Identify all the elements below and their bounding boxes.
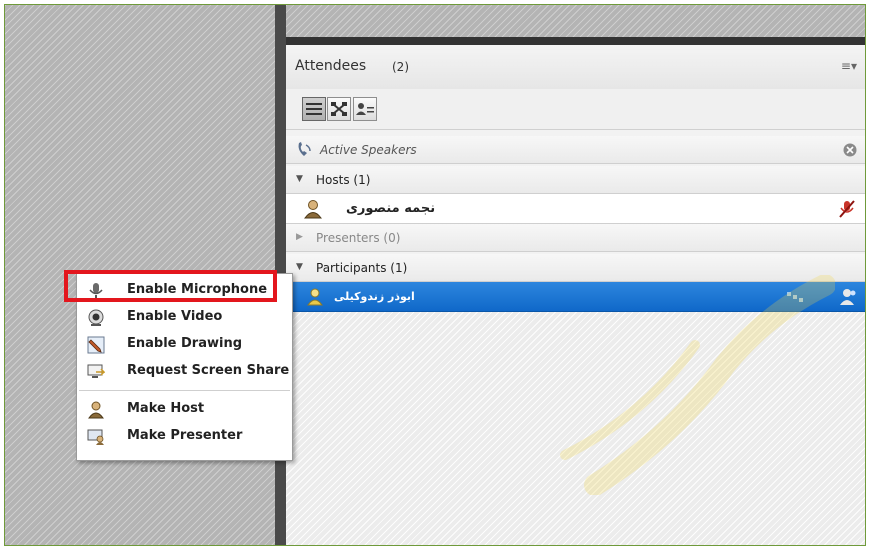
make-host-item[interactable]: Make Host <box>77 397 292 423</box>
make-presenter-label: Make Presenter <box>127 428 243 443</box>
attendee-list-empty-area <box>286 312 865 545</box>
pod-header: Attendees (2) ≡▾ <box>286 45 865 90</box>
grid-view-button[interactable] <box>327 97 351 121</box>
pod-gap <box>286 37 865 45</box>
top-pod-area <box>286 5 865 37</box>
make-host-label: Make Host <box>127 401 205 416</box>
participant-name: ابوذر زندوکیلی <box>334 290 415 303</box>
request-screen-share-label: Request Screen Share <box>127 363 290 378</box>
enable-video-label: Enable Video <box>127 309 223 324</box>
participants-label: Participants (1) <box>316 261 408 275</box>
attendee-view-icon <box>356 103 374 115</box>
participants-group-header[interactable]: ▼ Participants (1) <box>286 254 865 282</box>
collapsed-arrow-icon: ▶ <box>296 232 303 242</box>
pod-count: (2) <box>392 60 409 74</box>
attendee-view-button[interactable] <box>353 97 377 121</box>
enable-drawing-label: Enable Drawing <box>127 336 243 351</box>
muted-microphone-icon[interactable] <box>839 200 855 218</box>
active-speakers-bar: Active Speakers <box>286 136 865 164</box>
active-speakers-label: Active Speakers <box>320 143 417 157</box>
hosts-label: Hosts (1) <box>316 173 371 187</box>
host-name: نجمه منصوری <box>346 201 436 216</box>
role-icon[interactable] <box>839 288 857 306</box>
grid-view-icon <box>331 102 347 116</box>
view-toolbar <box>286 89 865 130</box>
expanded-arrow-icon: ▼ <box>296 174 303 184</box>
request-screen-share-item[interactable]: Request Screen Share <box>77 359 292 385</box>
webcam-icon <box>88 309 104 326</box>
participant-row[interactable]: ابوذر زندوکیلی <box>286 282 865 312</box>
status-dots-icon <box>787 292 803 302</box>
host-row[interactable]: نجمه منصوری <box>286 194 865 224</box>
app-frame: Attendees (2) ≡▾ Active Speakers ▼ Hosts… <box>4 4 866 546</box>
screen-share-icon <box>87 364 105 378</box>
expanded-arrow-icon: ▼ <box>296 262 303 272</box>
pencil-icon <box>87 336 105 354</box>
list-view-icon <box>306 103 322 115</box>
make-presenter-item[interactable]: Make Presenter <box>77 424 292 450</box>
presenters-label: Presenters (0) <box>316 231 401 245</box>
presenters-group-header[interactable]: ▶ Presenters (0) <box>286 224 865 252</box>
participant-avatar-icon <box>307 288 323 306</box>
presenter-icon <box>87 429 104 445</box>
pod-menu-icon[interactable]: ≡▾ <box>841 59 857 73</box>
host-icon <box>88 401 104 419</box>
highlight-annotation <box>64 270 277 302</box>
enable-video-item[interactable]: Enable Video <box>77 305 292 331</box>
list-view-button[interactable] <box>302 97 326 121</box>
host-avatar-icon <box>304 200 322 219</box>
attendees-pod: Attendees (2) ≡▾ Active Speakers ▼ Hosts… <box>286 45 865 545</box>
hosts-group-header[interactable]: ▼ Hosts (1) <box>286 166 865 194</box>
pod-title: Attendees <box>295 58 367 74</box>
menu-separator <box>79 390 290 391</box>
phone-speaker-icon <box>298 142 311 156</box>
enable-drawing-item[interactable]: Enable Drawing <box>77 332 292 358</box>
close-circle-icon[interactable] <box>843 143 857 157</box>
